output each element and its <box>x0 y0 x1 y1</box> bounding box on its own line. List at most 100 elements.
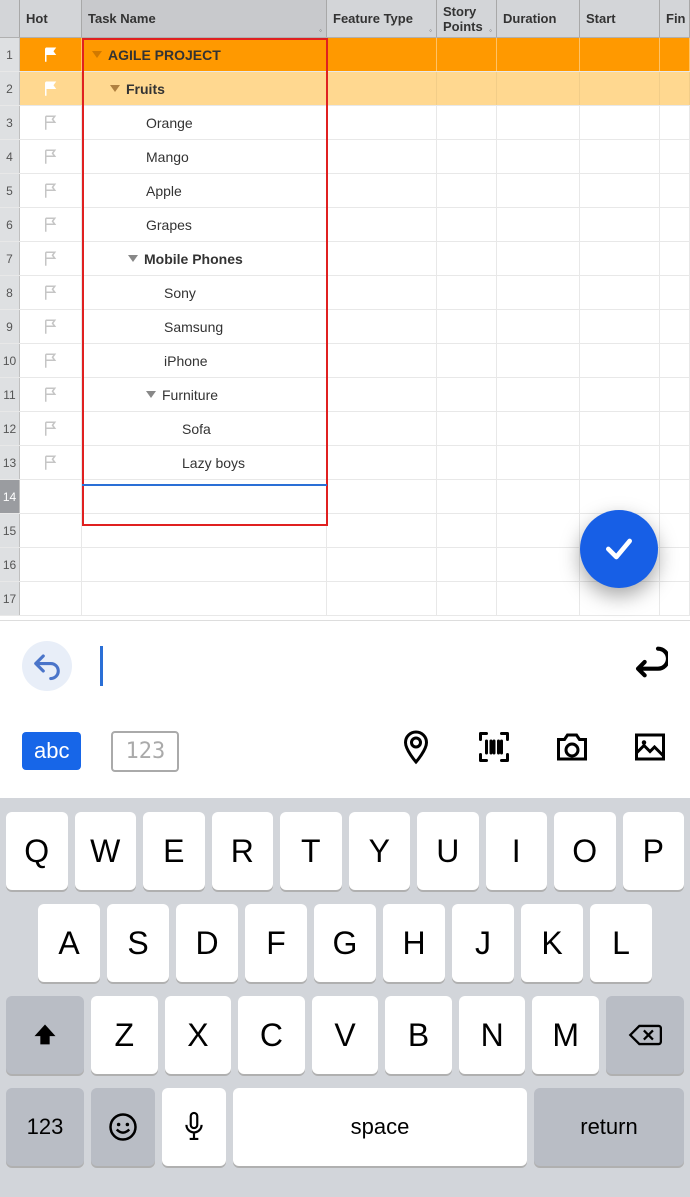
start-cell[interactable] <box>580 174 660 207</box>
key-l[interactable]: L <box>590 904 652 982</box>
task-name-cell[interactable]: AGILE PROJECT <box>82 38 327 71</box>
duration-cell[interactable] <box>497 140 580 173</box>
key-x[interactable]: X <box>165 996 232 1074</box>
feature-type-cell[interactable] <box>327 582 437 615</box>
start-cell[interactable] <box>580 72 660 105</box>
story-points-cell[interactable] <box>437 174 497 207</box>
key-o[interactable]: O <box>554 812 616 890</box>
emoji-key[interactable] <box>91 1088 155 1166</box>
duration-cell[interactable] <box>497 582 580 615</box>
duration-cell[interactable] <box>497 548 580 581</box>
start-cell[interactable] <box>580 378 660 411</box>
key-n[interactable]: N <box>459 996 526 1074</box>
task-name-cell[interactable]: Orange <box>82 106 327 139</box>
space-key[interactable]: space <box>233 1088 527 1166</box>
finish-cell[interactable] <box>660 38 690 71</box>
flag-icon[interactable] <box>42 46 60 64</box>
story-points-cell[interactable] <box>437 378 497 411</box>
duration-cell[interactable] <box>497 412 580 445</box>
row-number[interactable]: 7 <box>0 242 20 275</box>
duration-cell[interactable] <box>497 514 580 547</box>
key-v[interactable]: V <box>312 996 379 1074</box>
key-a[interactable]: A <box>38 904 100 982</box>
hot-cell[interactable] <box>20 378 82 411</box>
row-number[interactable]: 12 <box>0 412 20 445</box>
feature-type-cell[interactable] <box>327 174 437 207</box>
table-row[interactable]: 2 Fruits <box>0 72 690 106</box>
hot-cell[interactable] <box>20 72 82 105</box>
flag-icon[interactable] <box>42 182 60 200</box>
hot-cell[interactable] <box>20 412 82 445</box>
finish-cell[interactable] <box>660 446 690 479</box>
duration-cell[interactable] <box>497 38 580 71</box>
flag-icon[interactable] <box>42 250 60 268</box>
table-row[interactable]: 6 Grapes <box>0 208 690 242</box>
column-finish[interactable]: Fin <box>660 0 690 37</box>
table-row[interactable]: 4 Mango <box>0 140 690 174</box>
start-cell[interactable] <box>580 106 660 139</box>
hot-cell[interactable] <box>20 106 82 139</box>
key-e[interactable]: E <box>143 812 205 890</box>
return-key[interactable]: return <box>534 1088 684 1166</box>
row-number[interactable]: 11 <box>0 378 20 411</box>
story-points-cell[interactable] <box>437 514 497 547</box>
task-name-cell[interactable]: Furniture <box>82 378 327 411</box>
finish-cell[interactable] <box>660 310 690 343</box>
key-q[interactable]: Q <box>6 812 68 890</box>
story-points-cell[interactable] <box>437 480 497 513</box>
table-row[interactable]: 1 AGILE PROJECT <box>0 38 690 72</box>
task-name-cell[interactable]: Mobile Phones <box>82 242 327 275</box>
finish-cell[interactable] <box>660 412 690 445</box>
row-number[interactable]: 17 <box>0 582 20 615</box>
start-cell[interactable] <box>580 480 660 513</box>
text-cursor[interactable] <box>100 646 103 686</box>
row-number[interactable]: 6 <box>0 208 20 241</box>
start-cell[interactable] <box>580 446 660 479</box>
image-icon[interactable] <box>632 729 668 774</box>
expand-icon[interactable] <box>92 51 102 58</box>
row-number[interactable]: 15 <box>0 514 20 547</box>
task-name-cell[interactable] <box>82 514 327 547</box>
duration-cell[interactable] <box>497 480 580 513</box>
feature-type-cell[interactable] <box>327 140 437 173</box>
table-row[interactable]: 17 <box>0 582 690 616</box>
duration-cell[interactable] <box>497 276 580 309</box>
column-story-points[interactable]: Story Points◦ <box>437 0 497 37</box>
duration-cell[interactable] <box>497 378 580 411</box>
hot-cell[interactable] <box>20 276 82 309</box>
return-arrow-button[interactable] <box>628 642 668 691</box>
finish-cell[interactable] <box>660 344 690 377</box>
duration-cell[interactable] <box>497 446 580 479</box>
story-points-cell[interactable] <box>437 412 497 445</box>
feature-type-cell[interactable] <box>327 446 437 479</box>
key-t[interactable]: T <box>280 812 342 890</box>
feature-type-cell[interactable] <box>327 106 437 139</box>
start-cell[interactable] <box>580 38 660 71</box>
story-points-cell[interactable] <box>437 208 497 241</box>
duration-cell[interactable] <box>497 344 580 377</box>
flag-icon[interactable] <box>42 80 60 98</box>
table-row[interactable]: 9 Samsung <box>0 310 690 344</box>
duration-cell[interactable] <box>497 242 580 275</box>
story-points-cell[interactable] <box>437 548 497 581</box>
task-name-cell[interactable]: iPhone <box>82 344 327 377</box>
finish-cell[interactable] <box>660 378 690 411</box>
finish-cell[interactable] <box>660 480 690 513</box>
table-row[interactable]: 5 Apple <box>0 174 690 208</box>
hot-cell[interactable] <box>20 582 82 615</box>
finish-cell[interactable] <box>660 548 690 581</box>
flag-icon[interactable] <box>42 454 60 472</box>
hot-cell[interactable] <box>20 548 82 581</box>
location-icon[interactable] <box>398 729 434 774</box>
duration-cell[interactable] <box>497 72 580 105</box>
finish-cell[interactable] <box>660 514 690 547</box>
hot-cell[interactable] <box>20 446 82 479</box>
confirm-fab-button[interactable] <box>580 510 658 588</box>
feature-type-cell[interactable] <box>327 378 437 411</box>
story-points-cell[interactable] <box>437 276 497 309</box>
story-points-cell[interactable] <box>437 106 497 139</box>
feature-type-cell[interactable] <box>327 480 437 513</box>
feature-type-cell[interactable] <box>327 208 437 241</box>
hot-cell[interactable] <box>20 514 82 547</box>
task-name-cell[interactable]: Samsung <box>82 310 327 343</box>
